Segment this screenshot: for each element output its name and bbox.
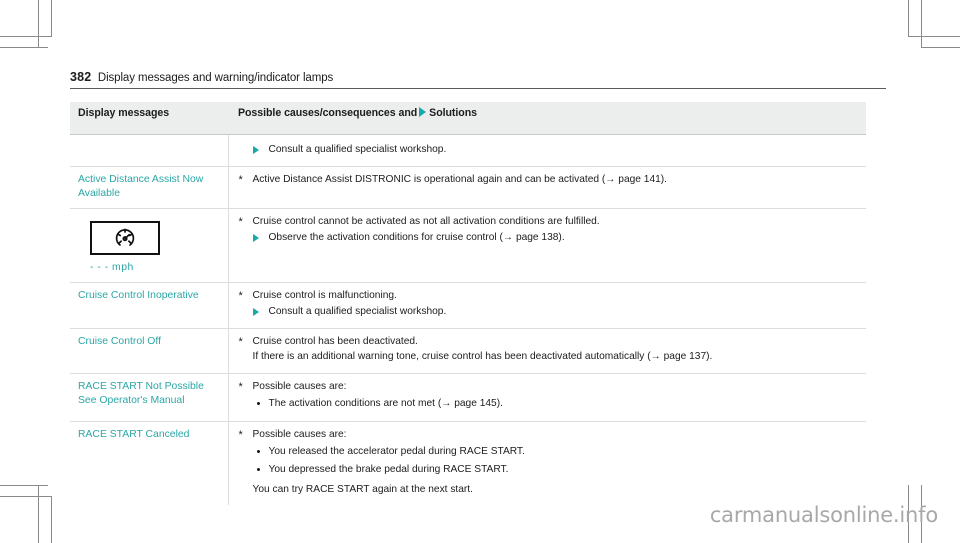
speedometer-icon <box>90 220 160 255</box>
site-watermark: carmanualsonline.info <box>709 503 938 527</box>
table-header-row: Display messages Possible causes/consequ… <box>70 102 866 135</box>
crop-mark-bottom-left <box>0 496 52 497</box>
cause-item: * Cruise control cannot be activated as n… <box>239 215 859 230</box>
page-title: Display messages and warning/indicator l… <box>97 72 334 84</box>
note-item: You can try RACE START again at the next… <box>239 483 859 498</box>
cause-bullet-text: You depressed the brake pedal during RAC… <box>268 463 509 475</box>
cause-item: * Possible causes are: <box>239 428 859 443</box>
asterisk-marker: * <box>238 428 243 441</box>
table-row: Cruise Control Off * Cruise control has be… <box>70 328 866 374</box>
column-header-display-messages: Display messages <box>70 102 228 135</box>
crop-mark-top-left <box>51 0 52 37</box>
running-head: 382 Display messages and warning/indicat… <box>70 70 886 85</box>
display-message-cell <box>70 134 229 167</box>
continuation-item: If there is an additional warning tone, … <box>239 350 859 365</box>
speedometer-glyph <box>115 227 135 246</box>
solution-item: Observe the activation conditions for cr… <box>239 231 859 246</box>
solution-triangle-icon <box>419 107 427 117</box>
asterisk-marker: * <box>238 380 243 393</box>
cause-item: * Active Distance Assist DISTRONIC is ope… <box>239 173 859 188</box>
column-header-solutions-text: Solutions <box>429 107 477 119</box>
bullet-dot-icon <box>256 467 260 471</box>
crop-mark-bottom-left <box>0 485 48 486</box>
display-messages-table: Display messages Possible causes/consequ… <box>70 102 866 505</box>
column-header-causes-solutions: Possible causes/consequences and Solution… <box>228 102 866 135</box>
asterisk-marker: * <box>238 335 243 348</box>
display-message-cell: Cruise Control Inoperative <box>70 282 229 329</box>
solution-text: Observe the activation conditions for cr… <box>268 232 565 243</box>
crop-mark-top-left <box>0 36 52 37</box>
bullet-dot-icon <box>256 402 260 405</box>
note-text: You can try RACE START again at the next… <box>252 484 473 495</box>
causes-solutions-cell: * Possible causes are: You released the ac… <box>228 421 866 505</box>
table-row: Consult a qualified specialist workshop. <box>70 134 866 167</box>
solution-item: Consult a qualified specialist workshop. <box>239 305 859 320</box>
display-message-cell: - - - mph <box>70 208 229 283</box>
display-message-text: RACE START Not Possible See Operator's M… <box>78 380 204 406</box>
table-row: RACE START Not Possible See Operator's M… <box>70 373 866 422</box>
header-rule <box>70 88 886 89</box>
speed-unit-label: - - - mph <box>90 261 134 273</box>
display-message-text: Cruise Control Off <box>78 335 161 347</box>
display-message-text: RACE START Canceled <box>78 428 190 440</box>
crop-mark-top-left <box>38 0 39 48</box>
display-message-cell: Cruise Control Off <box>70 328 229 374</box>
cause-bullet-text: You released the accelerator pedal durin… <box>268 446 525 457</box>
cause-bullet-text: The activation conditions are not met (→… <box>268 398 503 409</box>
cause-text: Cruise control has been deactivated. <box>252 335 418 347</box>
cause-bullet-item: You depressed the brake pedal during RAC… <box>239 463 859 478</box>
causes-solutions-cell: * Cruise control is malfunctioning. Consul… <box>228 282 866 329</box>
display-message-cell: RACE START Not Possible See Operator's M… <box>70 373 229 422</box>
asterisk-marker: * <box>238 215 243 228</box>
crop-mark-bottom-left <box>51 496 52 543</box>
cause-text: Cruise control cannot be activated as no… <box>252 215 600 227</box>
table-row: Active Distance Assist Now Available * Act… <box>70 166 866 209</box>
solution-text: Consult a qualified specialist workshop. <box>268 144 447 155</box>
crop-mark-top-right <box>921 0 922 48</box>
solution-triangle-icon <box>252 146 259 154</box>
solution-item: Consult a qualified specialist workshop. <box>239 143 859 158</box>
table-body: Consult a qualified specialist workshop.… <box>70 134 866 505</box>
page-number: 382 <box>70 70 92 84</box>
cause-item: * Possible causes are: <box>239 380 859 395</box>
display-message-text: Cruise Control Inoperative <box>78 289 199 301</box>
cause-bullet-item: The activation conditions are not met (→… <box>239 397 859 412</box>
asterisk-marker: * <box>238 173 243 186</box>
causes-solutions-cell: * Active Distance Assist DISTRONIC is ope… <box>228 166 866 209</box>
table-row: Cruise Control Inoperative * Cruise contro… <box>70 282 866 329</box>
cause-text: Active Distance Assist DISTRONIC is oper… <box>252 173 668 185</box>
display-message-cell: RACE START Canceled <box>70 421 229 505</box>
cause-item: * Cruise control has been deactivated. <box>239 335 859 350</box>
display-message-text: Active Distance Assist Now Available <box>78 173 204 199</box>
solution-text: Consult a qualified specialist workshop. <box>268 306 447 317</box>
solution-triangle-icon <box>252 234 259 242</box>
column-header-causes-text: Possible causes/consequences and <box>238 107 418 119</box>
causes-solutions-cell: * Cruise control has been deactivated. If … <box>228 328 866 374</box>
continuation-text: If there is an additional warning tone, … <box>252 351 713 362</box>
asterisk-marker: * <box>238 289 243 302</box>
cause-item: * Cruise control is malfunctioning. <box>239 289 859 304</box>
crop-mark-top-right <box>908 36 960 37</box>
display-message-cell: Active Distance Assist Now Available <box>70 166 229 209</box>
crop-mark-top-right <box>921 47 960 48</box>
solution-triangle-icon <box>252 308 259 316</box>
crop-mark-top-right <box>908 0 909 37</box>
causes-solutions-cell: * Possible causes are: The activation cond… <box>228 373 866 422</box>
cause-text: Possible causes are: <box>252 428 347 440</box>
bullet-dot-icon <box>256 450 260 453</box>
table-row: - - - mph * Cruise control cannot be activ… <box>70 208 866 283</box>
crop-mark-top-left <box>0 47 48 48</box>
cause-bullet-item: You released the accelerator pedal durin… <box>239 445 859 460</box>
cause-text: Possible causes are: <box>252 380 347 392</box>
causes-solutions-cell: * Cruise control cannot be activated as n… <box>228 208 866 283</box>
causes-solutions-cell: Consult a qualified specialist workshop. <box>228 134 866 167</box>
cause-text: Cruise control is malfunctioning. <box>252 289 397 301</box>
table-row: RACE START Canceled * Possible causes are:… <box>70 421 866 505</box>
crop-mark-bottom-left <box>38 485 39 543</box>
